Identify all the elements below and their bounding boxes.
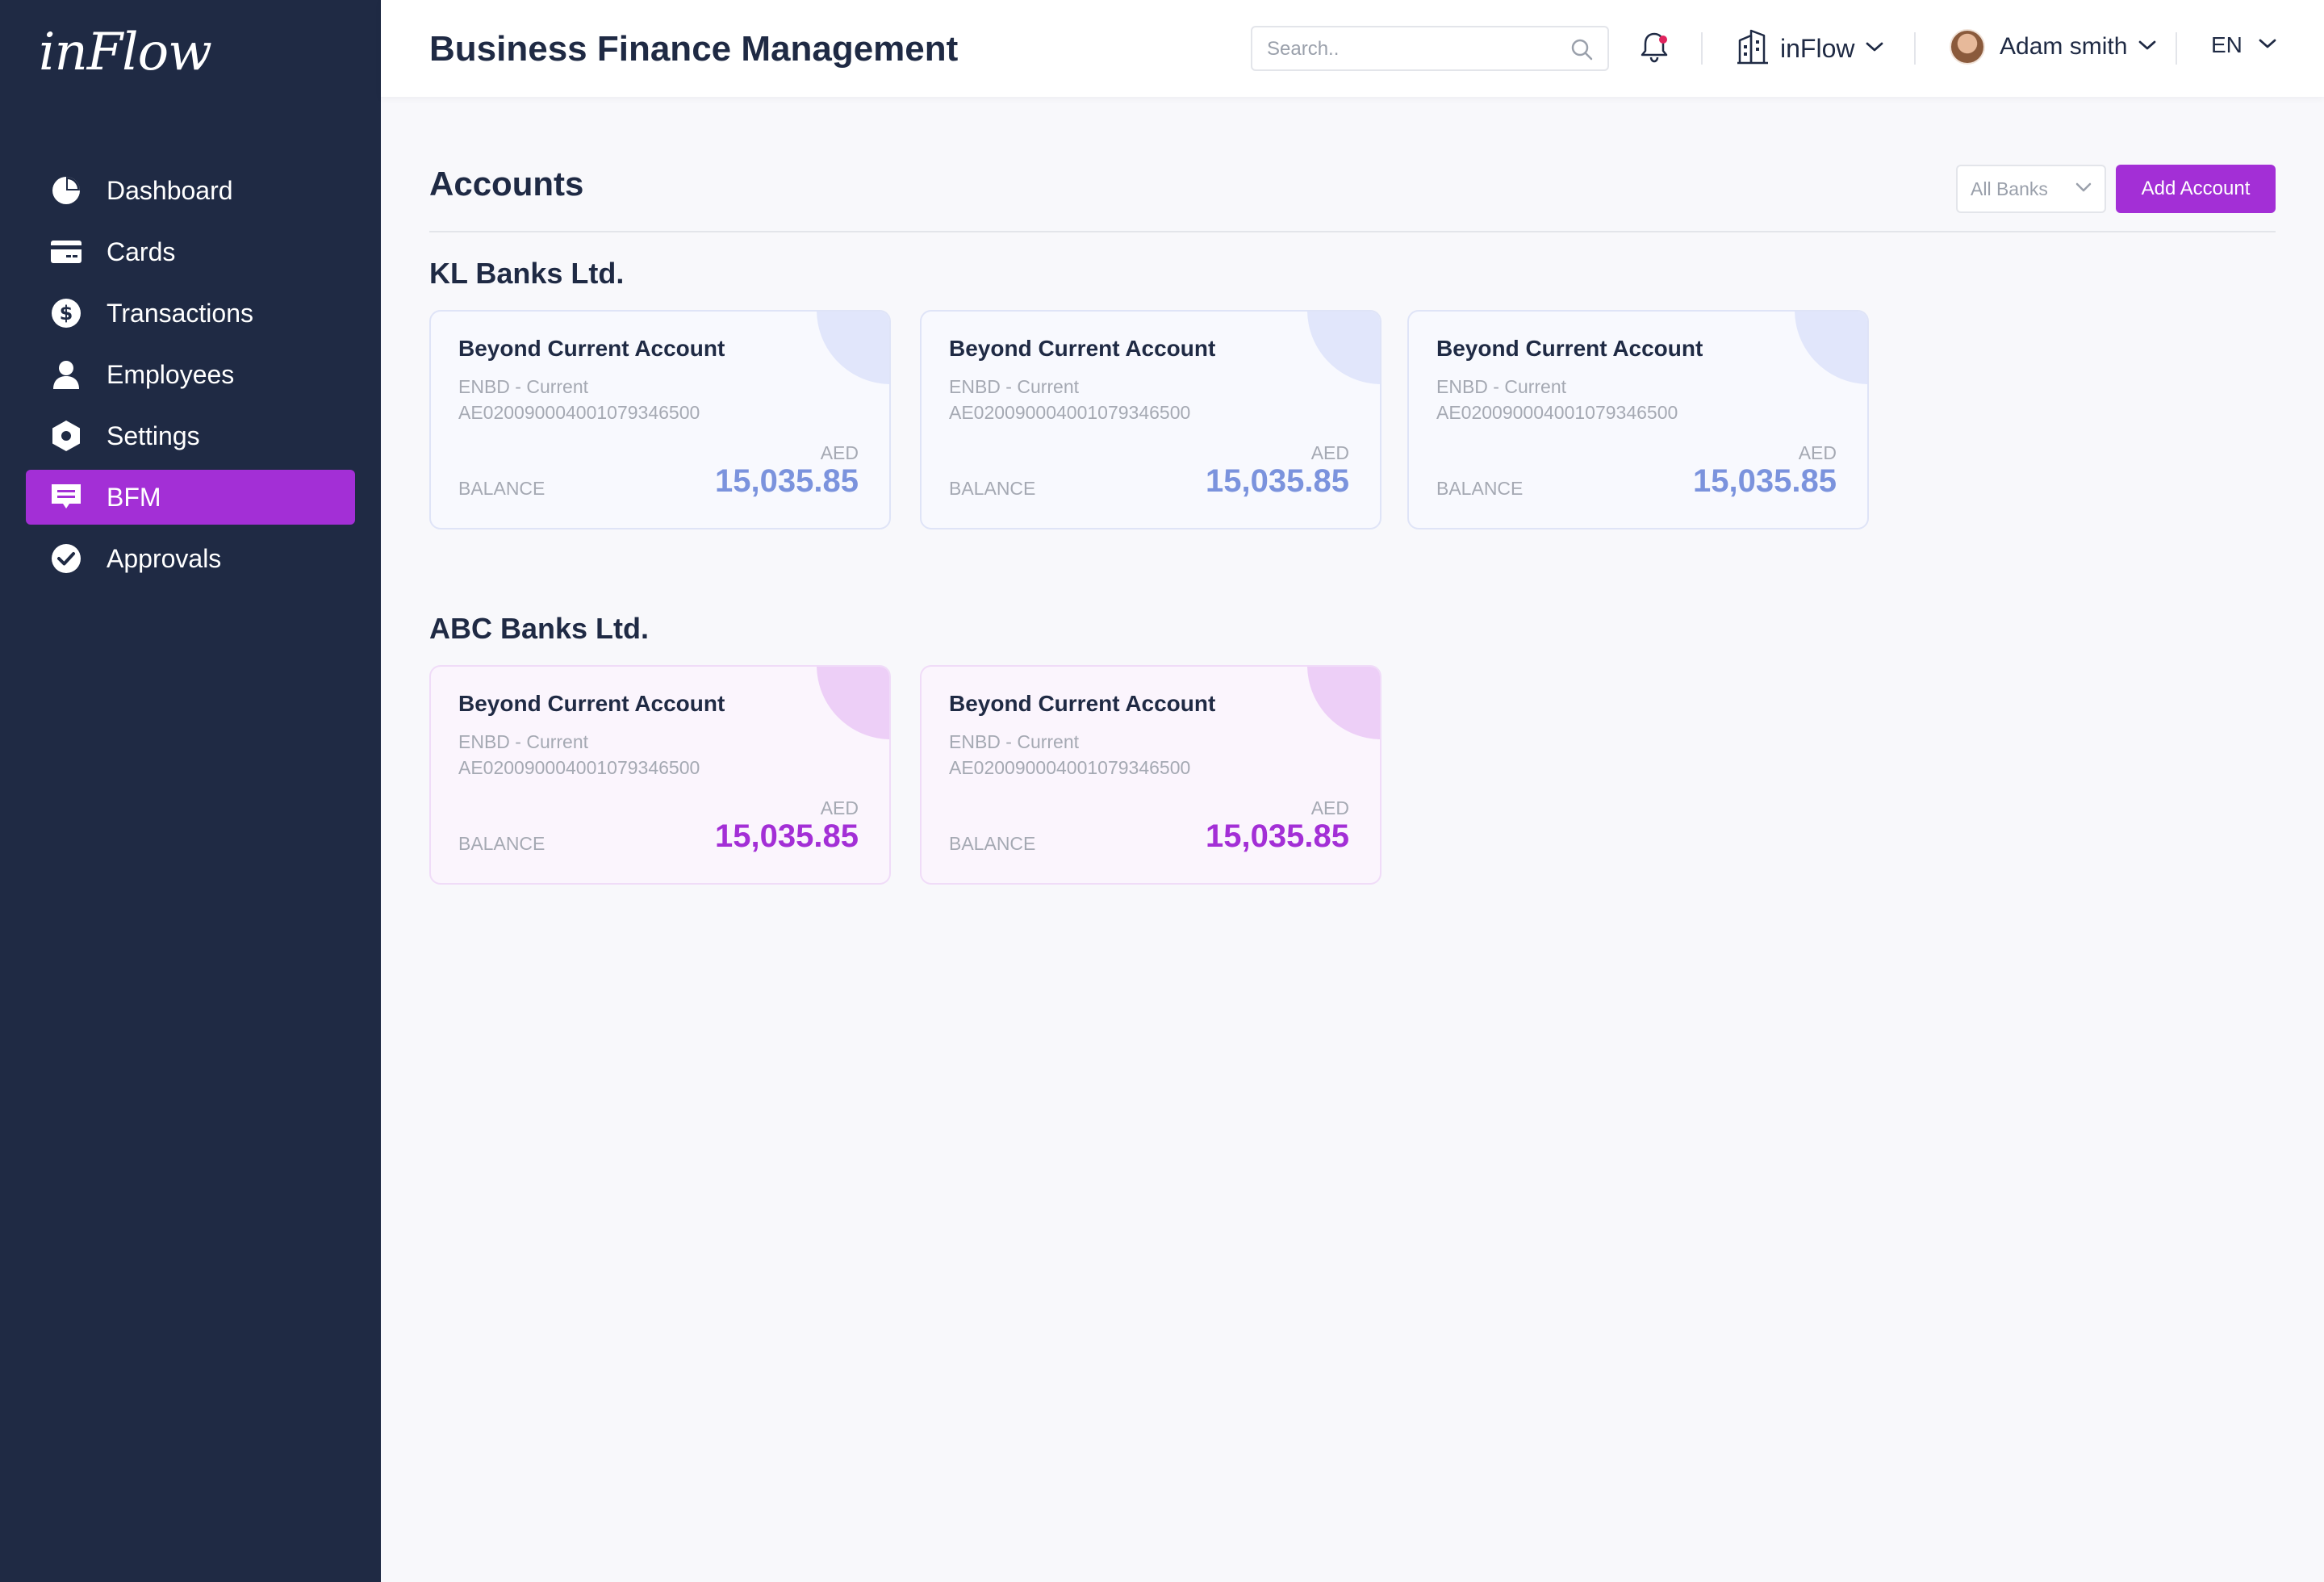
balance-label: BALANCE	[1436, 478, 1524, 499]
header-divider	[1914, 32, 1916, 65]
card-decoration	[1307, 667, 1380, 739]
balance-label: BALANCE	[949, 833, 1036, 854]
company-name: inFlow	[1780, 34, 1855, 63]
account-iban: AE020090004001079346500	[458, 402, 700, 423]
account-card[interactable]: Beyond Current Account ENBD - Current AE…	[920, 665, 1381, 885]
balance-label: BALANCE	[949, 478, 1036, 499]
chevron-down-icon	[1866, 41, 1883, 56]
account-type: ENBD - Current	[949, 731, 1080, 752]
balance-amount: 15,035.85	[1206, 818, 1349, 854]
account-iban: AE020090004001079346500	[949, 757, 1191, 778]
card-decoration	[817, 667, 889, 739]
pie-chart-icon	[50, 174, 82, 207]
header-divider	[2176, 32, 2177, 65]
account-iban: AE020090004001079346500	[949, 402, 1191, 423]
account-iban: AE020090004001079346500	[1436, 402, 1678, 423]
account-currency: AED	[1798, 442, 1837, 463]
chevron-down-icon	[2138, 40, 2156, 55]
account-title: Beyond Current Account	[458, 691, 725, 716]
account-card[interactable]: Beyond Current Account ENBD - Current AE…	[429, 665, 891, 885]
sidebar-item-transactions[interactable]: $ Transactions	[26, 286, 355, 341]
account-type: ENBD - Current	[458, 731, 589, 752]
card-decoration	[1795, 312, 1867, 384]
balance-amount: 15,035.85	[1206, 463, 1349, 499]
account-title: Beyond Current Account	[949, 336, 1216, 361]
account-iban: AE020090004001079346500	[458, 757, 700, 778]
section-divider	[429, 231, 2276, 232]
language-label: EN	[2211, 32, 2242, 57]
chevron-down-icon	[2075, 182, 2092, 196]
balance-amount: 15,035.85	[1693, 463, 1837, 499]
message-icon	[50, 481, 82, 513]
search-input[interactable]	[1267, 37, 1557, 61]
notification-dot	[1659, 36, 1667, 44]
user-icon	[50, 358, 82, 391]
avatar	[1950, 29, 1985, 65]
sidebar-item-approvals[interactable]: Approvals	[26, 531, 355, 586]
section-title: Accounts	[429, 165, 584, 203]
account-type: ENBD - Current	[949, 376, 1080, 397]
sidebar-item-bfm[interactable]: BFM	[26, 470, 355, 525]
account-currency: AED	[1310, 797, 1349, 818]
sidebar-item-cards[interactable]: Cards	[26, 224, 355, 279]
bank-name: KL Banks Ltd.	[429, 257, 625, 290]
card-decoration	[1307, 312, 1380, 384]
sidebar-item-label: Approvals	[107, 544, 222, 573]
add-account-button[interactable]: Add Account	[2116, 165, 2276, 213]
account-card[interactable]: Beyond Current Account ENBD - Current AE…	[1407, 310, 1869, 529]
account-currency: AED	[820, 442, 859, 463]
user-menu[interactable]: Adam smith	[1950, 29, 2156, 65]
page-title: Business Finance Management	[429, 29, 959, 69]
bank-filter-value: All Banks	[1971, 178, 2048, 199]
balance-amount: 15,035.85	[715, 463, 859, 499]
balance-label: BALANCE	[458, 833, 545, 854]
user-name: Adam smith	[2000, 33, 2128, 60]
svg-text:$: $	[60, 302, 73, 324]
account-title: Beyond Current Account	[458, 336, 725, 361]
header-divider	[1701, 32, 1703, 65]
account-title: Beyond Current Account	[1436, 336, 1703, 361]
balance-amount: 15,035.85	[715, 818, 859, 854]
dollar-icon: $	[50, 297, 82, 329]
sidebar-item-label: Employees	[107, 360, 235, 389]
sidebar-item-label: Settings	[107, 421, 200, 450]
app-logo[interactable]: inFlow	[39, 23, 212, 82]
account-title: Beyond Current Account	[949, 691, 1216, 716]
account-currency: AED	[820, 797, 859, 818]
account-card[interactable]: Beyond Current Account ENBD - Current AE…	[920, 310, 1381, 529]
bank-name: ABC Banks Ltd.	[429, 612, 650, 645]
sidebar-item-label: Transactions	[107, 299, 253, 328]
sidebar-item-settings[interactable]: Settings	[26, 408, 355, 463]
building-icon	[1737, 29, 1769, 69]
top-header: Business Finance Management inFlow Adam …	[381, 0, 2324, 97]
account-currency: AED	[1310, 442, 1349, 463]
credit-card-icon	[50, 236, 82, 268]
balance-label: BALANCE	[458, 478, 545, 499]
account-type: ENBD - Current	[458, 376, 589, 397]
sidebar: inFlow Dashboard Cards $ Transactions Em…	[0, 0, 381, 1582]
card-decoration	[817, 312, 889, 384]
account-card[interactable]: Beyond Current Account ENBD - Current AE…	[429, 310, 891, 529]
sidebar-item-employees[interactable]: Employees	[26, 347, 355, 402]
search-box[interactable]	[1251, 26, 1609, 71]
check-circle-icon	[50, 542, 82, 575]
sidebar-item-label: Cards	[107, 237, 176, 266]
sidebar-item-label: Dashboard	[107, 176, 233, 205]
search-icon[interactable]	[1570, 38, 1593, 65]
language-selector[interactable]: EN	[2211, 32, 2276, 58]
sidebar-item-dashboard[interactable]: Dashboard	[26, 163, 355, 218]
bank-filter-select[interactable]: All Banks	[1956, 165, 2106, 213]
chevron-down-icon	[2259, 38, 2276, 53]
hexagon-gear-icon	[50, 420, 82, 452]
sidebar-nav: Dashboard Cards $ Transactions Employees…	[26, 163, 355, 592]
sidebar-item-label: BFM	[107, 483, 161, 512]
company-switcher[interactable]: inFlow	[1737, 29, 1883, 69]
account-type: ENBD - Current	[1436, 376, 1567, 397]
